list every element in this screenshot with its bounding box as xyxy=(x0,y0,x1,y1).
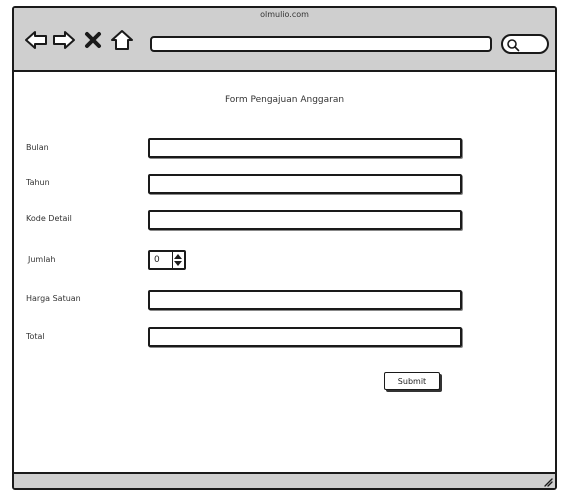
close-icon[interactable] xyxy=(82,28,106,52)
tahun-field[interactable] xyxy=(148,174,462,194)
browser-toolbar: olmulio.com xyxy=(14,8,555,72)
field-label-harga-satuan: Harga Satuan xyxy=(26,294,81,303)
stepper-arrows-icon[interactable] xyxy=(172,252,184,268)
search-icon xyxy=(507,39,520,52)
status-bar xyxy=(14,472,555,488)
page-content: Form Pengajuan Anggaran Bulan Tahun Kode… xyxy=(14,72,555,472)
field-label-jumlah: Jumlah xyxy=(28,255,56,264)
bulan-field[interactable] xyxy=(148,138,462,158)
field-label-tahun: Tahun xyxy=(26,178,50,187)
submit-button[interactable]: Submit xyxy=(384,372,440,390)
forward-arrow-icon[interactable] xyxy=(52,28,76,52)
browser-window: olmulio.com Form Pengajuan Anggaran Bula… xyxy=(12,6,557,490)
back-arrow-icon[interactable] xyxy=(24,28,48,52)
url-input[interactable] xyxy=(150,36,492,52)
field-label-kode-detail: Kode Detail xyxy=(26,214,72,223)
harga-satuan-field[interactable] xyxy=(148,290,462,310)
search-input[interactable] xyxy=(501,34,549,54)
field-label-bulan: Bulan xyxy=(26,143,49,152)
field-label-total: Total xyxy=(26,332,45,341)
site-title: olmulio.com xyxy=(260,10,309,19)
kode-detail-field[interactable] xyxy=(148,210,462,230)
stepper-value: 0 xyxy=(154,255,160,265)
home-icon[interactable] xyxy=(110,28,134,52)
jumlah-stepper[interactable]: 0 xyxy=(148,250,186,270)
total-field[interactable] xyxy=(148,327,462,347)
page-title: Form Pengajuan Anggaran xyxy=(224,95,345,105)
resize-grip-icon[interactable] xyxy=(543,477,553,487)
